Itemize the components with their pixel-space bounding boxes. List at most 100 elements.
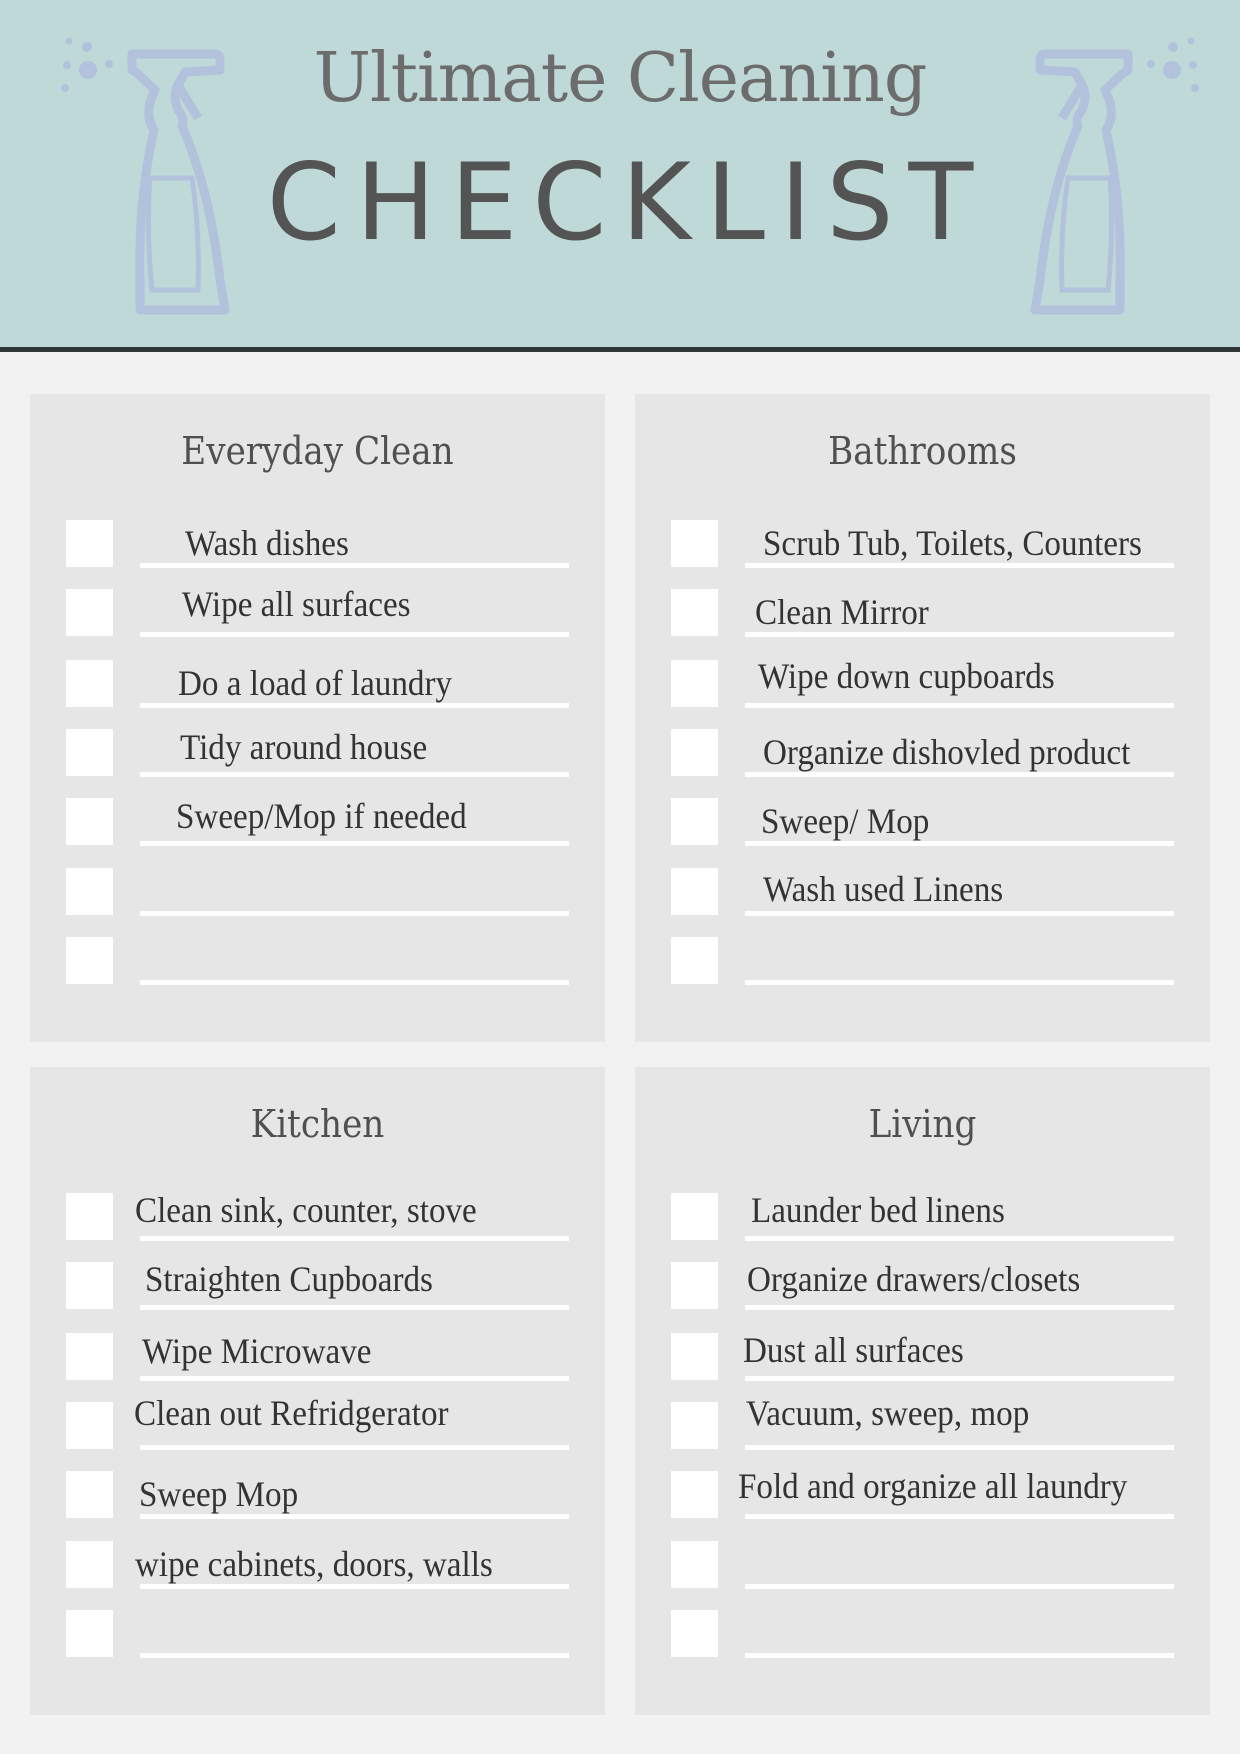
checkbox[interactable] (671, 1610, 718, 1657)
item-text: Organize drawers/closets (747, 1259, 1081, 1299)
item-text: Wipe all surfaces (182, 584, 411, 624)
item-text: Fold and organize all laundry (738, 1466, 1128, 1506)
item-text: Sweep/ Mop (761, 801, 930, 841)
panel-living: Living Launder bed linens Organize drawe… (635, 1067, 1210, 1715)
panel-title: Kitchen (250, 1102, 385, 1146)
list-item: Fold and organize all laundry (635, 1466, 1210, 1519)
list-item (30, 868, 605, 916)
checkbox[interactable] (671, 1541, 718, 1588)
write-line (745, 1584, 1174, 1589)
checkbox[interactable] (671, 868, 718, 915)
checkbox[interactable] (66, 660, 113, 707)
write-line (745, 1376, 1174, 1381)
item-text: Do a load of laundry (178, 663, 453, 703)
checkbox[interactable] (66, 1193, 113, 1240)
write-line (140, 772, 569, 777)
checkbox[interactable] (671, 798, 718, 845)
list-item: Wash used Linens (635, 868, 1210, 916)
checkbox[interactable] (66, 520, 113, 567)
list-item (635, 1610, 1210, 1658)
checkbox[interactable] (66, 729, 113, 776)
header-divider (0, 347, 1240, 352)
item-text: Wipe Microwave (142, 1331, 372, 1371)
item-text: Sweep Mop (139, 1474, 299, 1514)
item-text: Wipe down cupboards (758, 656, 1055, 696)
list-item: Vacuum, sweep, mop (635, 1393, 1210, 1450)
item-text: Tidy around house (180, 727, 428, 767)
checkbox[interactable] (66, 1402, 113, 1449)
checkbox[interactable] (66, 868, 113, 915)
write-line (140, 911, 569, 916)
checkbox[interactable] (66, 937, 113, 984)
write-line (140, 1236, 569, 1241)
checkbox[interactable] (671, 1262, 718, 1309)
list-item: Wipe Microwave (30, 1331, 605, 1381)
item-text: Wash dishes (185, 523, 349, 563)
list-item: Dust all surfaces (635, 1330, 1210, 1381)
page-title: CHECKLIST (266, 141, 989, 264)
checkbox[interactable] (671, 937, 718, 984)
list-item: Straighten Cupboards (30, 1259, 605, 1310)
list-item: Sweep/ Mop (635, 798, 1210, 846)
list-item: Launder bed linens (635, 1190, 1210, 1241)
list-item: Sweep Mop (30, 1471, 605, 1519)
write-line (140, 980, 569, 985)
panel-everyday-clean: Everyday Clean Wash dishes Wipe all surf… (30, 394, 605, 1042)
list-item: Wipe down cupboards (635, 656, 1210, 708)
item-text: Launder bed linens (751, 1190, 1005, 1230)
write-line (745, 1445, 1174, 1450)
list-item: Clean out Refridgerator (30, 1393, 605, 1450)
item-text: Straighten Cupboards (145, 1259, 433, 1299)
write-line (140, 1445, 569, 1450)
checkbox[interactable] (66, 1471, 113, 1518)
list-item: wipe cabinets, doors, walls (30, 1541, 605, 1589)
list-item: Wash dishes (30, 520, 605, 568)
list-item: Organize drawers/closets (635, 1259, 1210, 1310)
list-item (30, 937, 605, 985)
panel-title: Living (868, 1102, 977, 1146)
list-item: Clean sink, counter, stove (30, 1190, 605, 1241)
write-line (745, 1514, 1174, 1519)
header-banner: Ultimate Cleaning CHECKLIST (0, 0, 1240, 348)
item-text: Sweep/Mop if needed (176, 796, 467, 836)
checkbox[interactable] (671, 1193, 718, 1240)
list-item (635, 1541, 1210, 1589)
checkbox[interactable] (671, 520, 718, 567)
write-line (140, 1305, 569, 1310)
checkbox[interactable] (671, 729, 718, 776)
list-item: Scrub Tub, Toilets, Counters (635, 520, 1210, 568)
write-line (745, 1305, 1174, 1310)
checkbox[interactable] (671, 1333, 718, 1380)
item-text: Clean Mirror (755, 592, 929, 632)
write-line (140, 632, 569, 637)
checkbox[interactable] (66, 1262, 113, 1309)
write-line (140, 841, 569, 846)
panel-bathrooms: Bathrooms Scrub Tub, Toilets, Counters C… (635, 394, 1210, 1042)
checkbox[interactable] (671, 1402, 718, 1449)
checkbox[interactable] (671, 1471, 718, 1518)
list-item (635, 937, 1210, 985)
checkbox[interactable] (66, 798, 113, 845)
list-item (30, 1610, 605, 1658)
checkbox[interactable] (66, 589, 113, 636)
title-top: Ultimate Cleaning (313, 39, 928, 118)
list-item: Wipe all surfaces (30, 584, 605, 637)
write-line (745, 980, 1174, 985)
item-text: Vacuum, sweep, mop (746, 1393, 1030, 1433)
item-text: Dust all surfaces (743, 1330, 964, 1370)
panel-title: Bathrooms (828, 429, 1017, 473)
list-item: Sweep/Mop if needed (30, 796, 605, 846)
checkbox[interactable] (671, 589, 718, 636)
write-line (745, 1236, 1174, 1241)
checkbox[interactable] (66, 1333, 113, 1380)
write-line (745, 703, 1174, 708)
checkbox[interactable] (66, 1610, 113, 1657)
write-line (140, 1376, 569, 1381)
item-text: wipe cabinets, doors, walls (135, 1544, 493, 1584)
item-text: Scrub Tub, Toilets, Counters (763, 523, 1142, 563)
item-text: Wash used Linens (763, 869, 1004, 909)
checkbox[interactable] (66, 1541, 113, 1588)
list-item: Organize dishovled product (635, 729, 1210, 777)
panel-kitchen: Kitchen Clean sink, counter, stove Strai… (30, 1067, 605, 1715)
checkbox[interactable] (671, 660, 718, 707)
